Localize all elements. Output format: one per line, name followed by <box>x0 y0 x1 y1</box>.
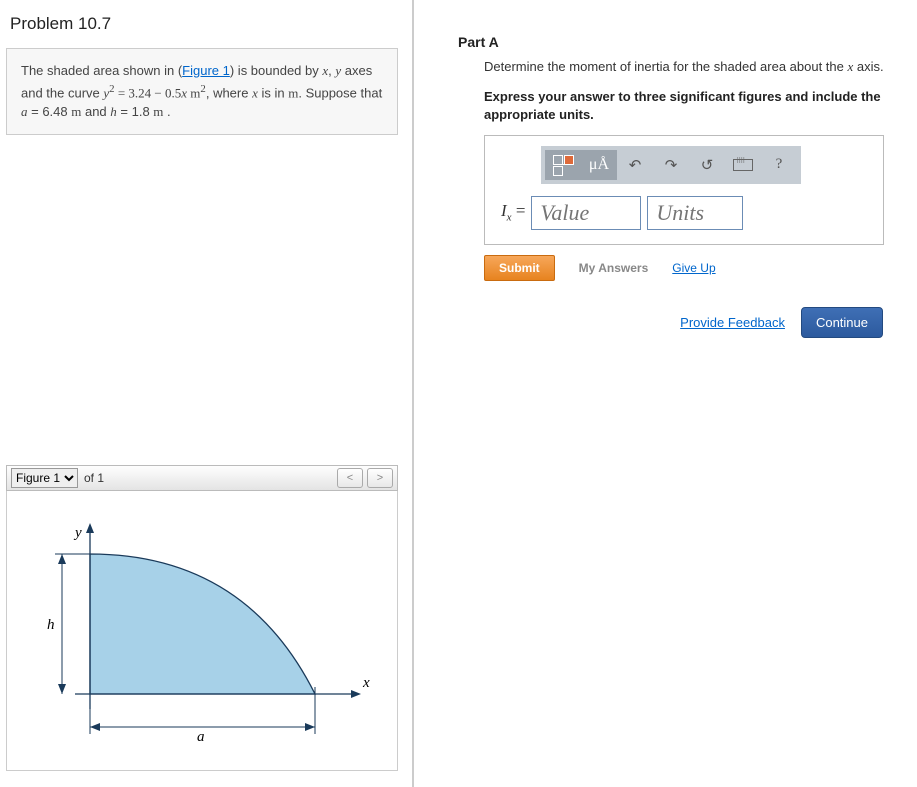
answer-box: μÅ ↶ ↷ ↺ ? Ix = <box>484 135 884 245</box>
fraction-template-button[interactable] <box>545 150 581 180</box>
ix-label: Ix = <box>501 201 525 223</box>
svg-text:y: y <box>73 525 82 541</box>
svg-text:h: h <box>47 617 55 633</box>
problem-title: Problem 10.7 <box>10 14 398 34</box>
part-a-instruction: Express your answer to three significant… <box>484 88 909 124</box>
figure-select[interactable]: Figure 1 <box>11 468 78 488</box>
answer-toolbar: μÅ ↶ ↷ ↺ ? <box>541 146 801 184</box>
redo-button[interactable]: ↷ <box>653 150 689 180</box>
figure-prev-button[interactable]: < <box>337 468 363 488</box>
reset-button[interactable]: ↺ <box>689 150 725 180</box>
value-input[interactable] <box>531 196 641 230</box>
undo-button[interactable]: ↶ <box>617 150 653 180</box>
help-button[interactable]: ? <box>761 150 797 180</box>
figure-count: of 1 <box>84 471 104 485</box>
part-a-heading: Part A <box>458 34 909 50</box>
submit-button[interactable]: Submit <box>484 255 555 281</box>
continue-button[interactable]: Continue <box>801 307 883 338</box>
provide-feedback-link[interactable]: Provide Feedback <box>680 315 785 330</box>
figure-link[interactable]: Figure 1 <box>182 63 230 78</box>
units-input[interactable] <box>647 196 743 230</box>
problem-statement: The shaded area shown in (Figure 1) is b… <box>6 48 398 135</box>
svg-text:a: a <box>197 729 205 745</box>
part-a-description: Determine the moment of inertia for the … <box>484 58 909 76</box>
svg-text:x: x <box>362 675 370 691</box>
figure-panel: y x h a <box>6 491 398 771</box>
keyboard-button[interactable] <box>725 150 761 180</box>
give-up-link[interactable]: Give Up <box>672 261 715 275</box>
units-mu-button[interactable]: μÅ <box>581 150 617 180</box>
figure-svg: y x h a <box>25 509 385 759</box>
my-answers-label: My Answers <box>579 261 649 275</box>
figure-next-button[interactable]: > <box>367 468 393 488</box>
figure-nav-bar: Figure 1 of 1 < > <box>6 465 398 491</box>
